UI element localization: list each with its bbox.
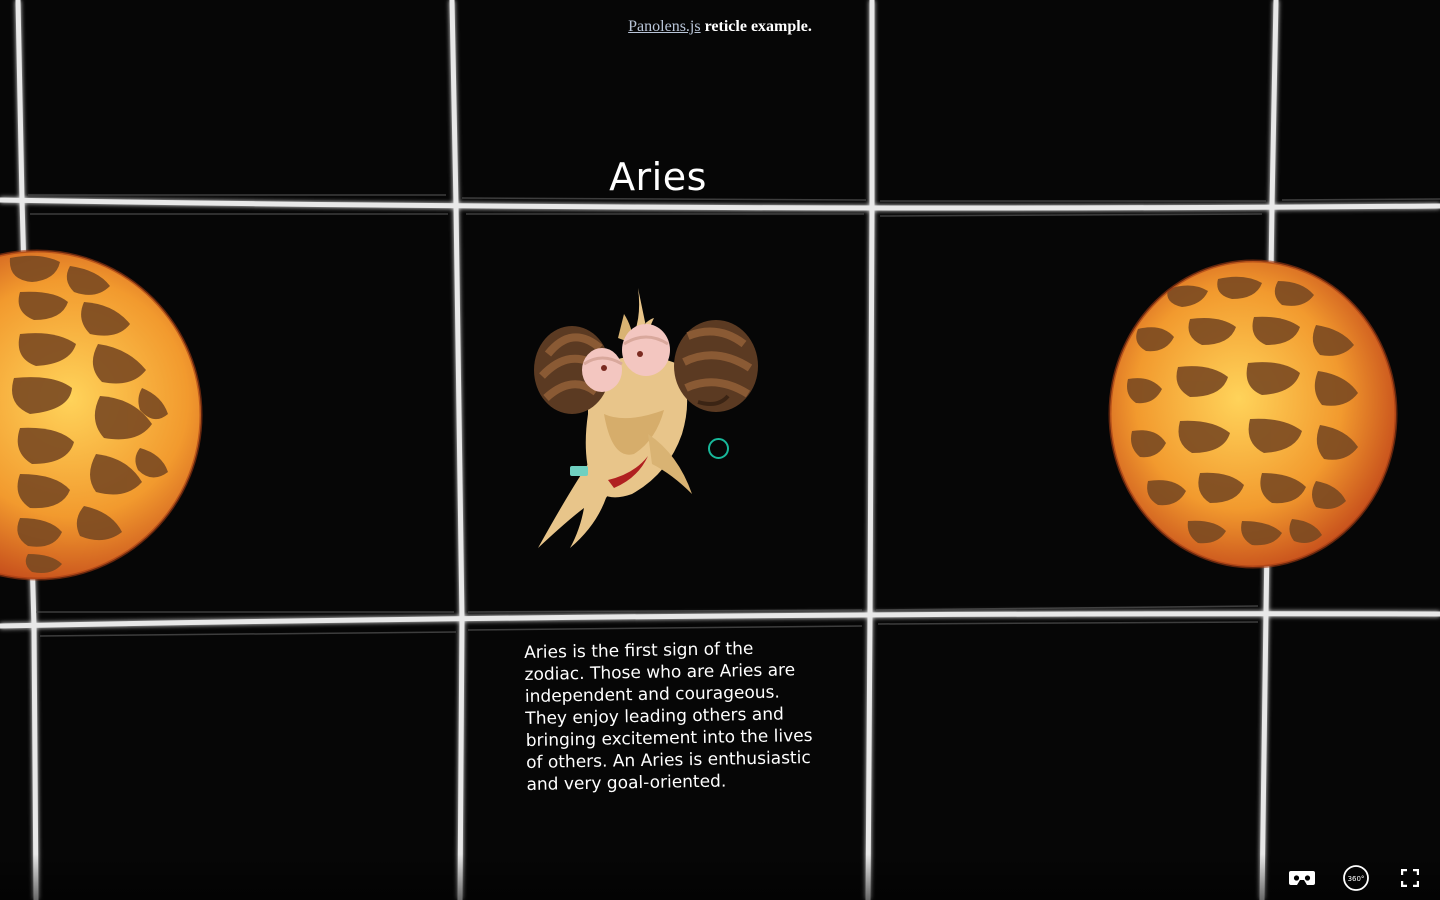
left-lava-sphere[interactable] — [0, 248, 204, 582]
infospot-description: Aries is the first sign of the zodiac. T… — [524, 638, 813, 795]
fullscreen-button[interactable] — [1392, 860, 1428, 896]
header-suffix: reticle example. — [700, 18, 812, 35]
360-view-button[interactable]: 360° — [1338, 860, 1374, 896]
viewer-control-bar: 360° — [1284, 856, 1440, 900]
reticle-cursor — [708, 438, 729, 459]
control-bar-background — [0, 854, 1440, 900]
aries-ram-illustration[interactable] — [528, 284, 760, 554]
infospot-title: Aries — [609, 155, 707, 199]
cardboard-vr-button[interactable] — [1284, 860, 1320, 896]
panolens-link[interactable]: Panolens.js — [628, 18, 700, 35]
right-lava-sphere[interactable] — [1108, 259, 1398, 569]
panorama-viewer[interactable]: Panolens.js reticle example. Aries Aries… — [0, 0, 1440, 900]
page-header: Panolens.js reticle example. — [0, 18, 1440, 36]
360-view-icon: 360° — [1343, 865, 1369, 891]
360-view-label: 360° — [1348, 875, 1365, 883]
cardboard-vr-icon — [1289, 871, 1315, 885]
fullscreen-icon — [1401, 869, 1419, 887]
